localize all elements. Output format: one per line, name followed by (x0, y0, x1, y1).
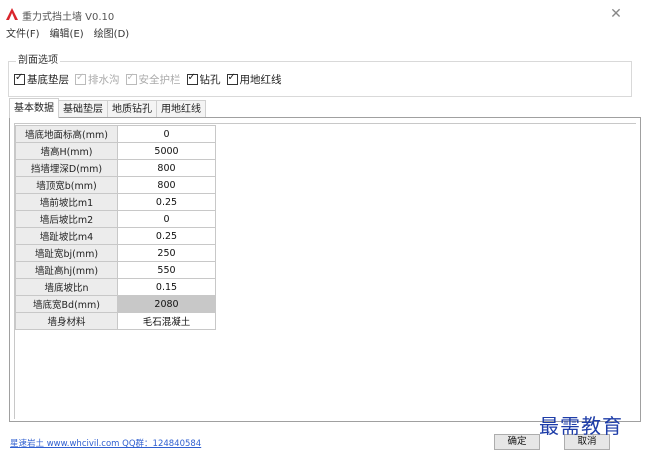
param-label: 墙趾高hj(mm) (15, 261, 118, 279)
checkbox-box[interactable]: ✓ (226, 72, 238, 85)
table-row: 墙趾高hj(mm) 550 (15, 261, 216, 279)
window-title: 重力式挡土墙 V0.10 (22, 12, 115, 23)
tab-strip: 基本数据 基础垫层 地质钻孔 用地红线 (9, 98, 206, 118)
checkbox-borehole[interactable]: ✓ 钻孔 (186, 72, 221, 87)
param-value-cell[interactable]: 0.25 (117, 227, 216, 245)
table-row: 墙底坡比n 0.15 (15, 278, 216, 296)
checkbox-label: 用地红线 (239, 74, 282, 86)
checkbox-box: ✓ (125, 72, 137, 85)
menu-file[interactable]: 文件(F) (6, 26, 40, 44)
param-value-cell[interactable]: 0 (117, 125, 216, 143)
param-label: 墙高H(mm) (15, 142, 118, 160)
param-label: 挡墙埋深D(mm) (15, 159, 118, 177)
app-window: 重力式挡土墙 V0.10 ✕ 文件(F) 编辑(E) 绘图(D) 剖面选项 ✓ … (0, 0, 661, 456)
param-value-cell[interactable]: 0.25 (117, 193, 216, 211)
param-label: 墙底地面标高(mm) (15, 125, 118, 143)
check-icon: ✓ (15, 72, 24, 83)
checkbox-safety-rail: ✓ 安全护栏 (125, 72, 181, 87)
ok-button[interactable]: 确定 (494, 434, 540, 450)
checkbox-box: ✓ (75, 72, 86, 85)
params-grid-area: 墙底地面标高(mm) 0 墙高H(mm) 5000 挡墙埋深D(mm) 800 … (14, 123, 636, 419)
checkbox-drain-ditch: ✓ 排水沟 (75, 72, 120, 87)
param-label: 墙后坡比m2 (15, 210, 118, 228)
table-row: 墙底地面标高(mm) 0 (15, 125, 216, 143)
checkbox-label: 基底垫层 (27, 74, 69, 86)
website-link[interactable]: 星速岩土 www.whcivil.com QQ群：124840584 (10, 437, 201, 449)
param-value-cell[interactable]: 5000 (117, 142, 216, 160)
table-row: 墙趾坡比m4 0.25 (15, 227, 216, 245)
table-row: 墙顶宽b(mm) 800 (15, 176, 216, 194)
table-row: 墙底宽Bd(mm) 2080 (15, 295, 216, 313)
title-bar: 重力式挡土墙 V0.10 ✕ (0, 0, 661, 26)
param-value-cell[interactable]: 毛石混凝土 (117, 312, 216, 330)
tab-geologic-borehole[interactable]: 地质钻孔 (107, 100, 157, 118)
checkbox-label: 排水沟 (88, 74, 120, 86)
check-icon: ✓ (227, 72, 236, 83)
checkbox-land-redline[interactable]: ✓ 用地红线 (226, 72, 282, 87)
watermark-text: 最需教育 (539, 414, 623, 438)
param-label: 墙底宽Bd(mm) (15, 295, 118, 313)
checkbox-label: 钻孔 (199, 74, 221, 86)
param-label: 墙身材料 (15, 312, 118, 330)
check-icon: ✓ (187, 72, 196, 83)
menu-draw[interactable]: 绘图(D) (94, 26, 130, 44)
param-value-cell[interactable]: 550 (117, 261, 216, 279)
param-label: 墙趾宽bj(mm) (15, 244, 118, 262)
section-options-checkboxes: ✓ 基底垫层 ✓ 排水沟 ✓ 安全护栏 ✓ 钻孔 ✓ 用地红线 (14, 72, 284, 87)
table-row: 墙后坡比m2 0 (15, 210, 216, 228)
table-row: 墙趾宽bj(mm) 250 (15, 244, 216, 262)
table-row: 挡墙埋深D(mm) 800 (15, 159, 216, 177)
param-label: 墙前坡比m1 (15, 193, 118, 211)
param-label: 墙顶宽b(mm) (15, 176, 118, 194)
checkbox-label: 安全护栏 (138, 74, 181, 86)
app-logo-icon (6, 8, 18, 20)
params-table: 墙底地面标高(mm) 0 墙高H(mm) 5000 挡墙埋深D(mm) 800 … (15, 125, 216, 330)
tab-basic-data[interactable]: 基本数据 (9, 98, 59, 118)
checkbox-base-cushion[interactable]: ✓ 基底垫层 (14, 72, 69, 87)
table-row: 墙前坡比m1 0.25 (15, 193, 216, 211)
menu-bar: 文件(F) 编辑(E) 绘图(D) (0, 26, 661, 44)
checkbox-box[interactable]: ✓ (14, 72, 25, 85)
section-options-title: 剖面选项 (16, 51, 60, 66)
tab-panel: 墙底地面标高(mm) 0 墙高H(mm) 5000 挡墙埋深D(mm) 800 … (9, 117, 641, 422)
param-label: 墙趾坡比m4 (15, 227, 118, 245)
check-icon: ✓ (126, 72, 135, 83)
close-button[interactable]: ✕ (607, 5, 625, 23)
close-icon: ✕ (610, 6, 622, 22)
check-icon: ✓ (76, 72, 85, 83)
tab-land-redline[interactable]: 用地红线 (156, 100, 206, 118)
tab-foundation-cushion[interactable]: 基础垫层 (58, 100, 108, 118)
param-value-cell[interactable]: 0.15 (117, 278, 216, 296)
param-value-cell[interactable]: 250 (117, 244, 216, 262)
param-value-cell[interactable]: 800 (117, 159, 216, 177)
table-row: 墙高H(mm) 5000 (15, 142, 216, 160)
param-value-cell-computed: 2080 (117, 295, 216, 313)
menu-edit[interactable]: 编辑(E) (50, 26, 84, 44)
param-label: 墙底坡比n (15, 278, 118, 296)
param-value-cell[interactable]: 0 (117, 210, 216, 228)
table-row: 墙身材料 毛石混凝土 (15, 312, 216, 330)
param-value-cell[interactable]: 800 (117, 176, 216, 194)
checkbox-box[interactable]: ✓ (186, 72, 198, 85)
